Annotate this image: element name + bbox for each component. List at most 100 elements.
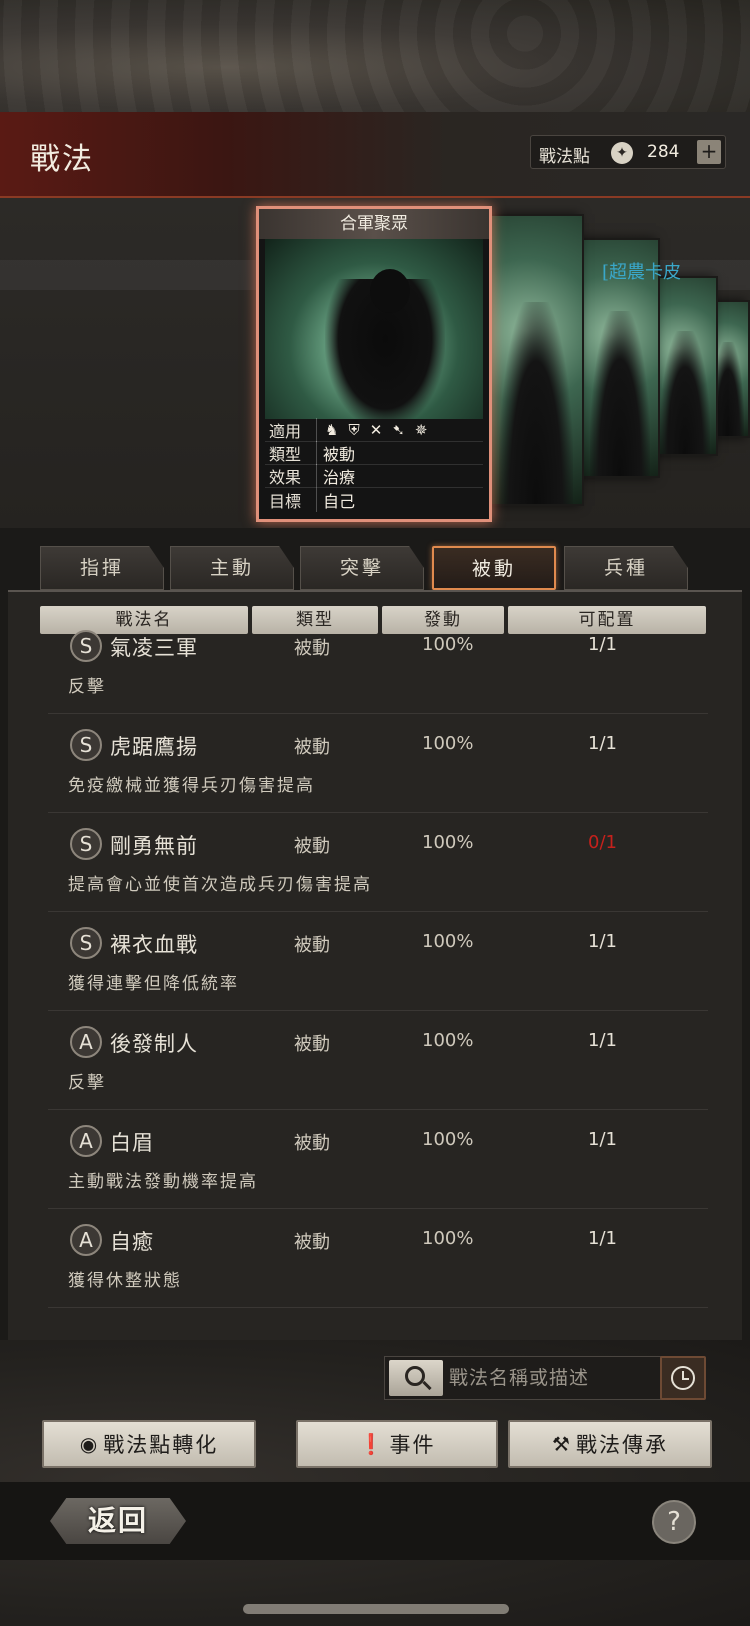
tactic-description: 獲得休整狀態	[68, 1271, 182, 1291]
tactic-description: 主動戰法發動機率提高	[68, 1172, 258, 1192]
tactic-type: 被動	[294, 1133, 330, 1154]
grade-badge: A	[70, 1125, 102, 1157]
tactic-config-count: 1/1	[588, 931, 617, 952]
tactic-trigger-rate: 100%	[422, 634, 474, 655]
tactic-row[interactable]: A 白眉 被動 100% 1/1 主動戰法發動機率提高	[48, 1115, 708, 1209]
grade-badge: S	[70, 729, 102, 761]
cavalry-icon: ♞	[325, 421, 339, 439]
inherit-button[interactable]: ⚒ 戰法傳承	[508, 1420, 712, 1468]
tactic-type: 被動	[294, 737, 330, 758]
help-button[interactable]: ?	[652, 1500, 696, 1544]
tactic-row[interactable]: S 虎踞鷹揚 被動 100% 1/1 免疫繳械並獲得兵刃傷害提高	[48, 719, 708, 813]
search-input[interactable]	[449, 1357, 669, 1399]
tactic-name: 虎踞鷹揚	[110, 735, 198, 759]
tactic-config-count: 0/1	[588, 832, 617, 853]
tactic-row[interactable]: A 後發制人 被動 100% 1/1 反擊	[48, 1016, 708, 1110]
page-header: 戰法 戰法點 ✦ 284 +	[0, 112, 750, 198]
archer-icon: ✕	[369, 421, 383, 439]
grade-badge: S	[70, 630, 102, 662]
convert-points-button[interactable]: ◉ 戰法點轉化	[42, 1420, 256, 1468]
tactic-list[interactable]: 戰法名 類型 發動 可配置 S 氣凌三軍 被動 100% 1/1 反擊 S 虎踞…	[8, 592, 742, 1340]
footer-bar: 返回 ?	[0, 1482, 750, 1560]
tactic-config-count: 1/1	[588, 1030, 617, 1051]
tactic-point-icon: ✦	[611, 142, 633, 164]
spear-icon: ➷	[392, 421, 405, 439]
info-value: 自己	[323, 491, 356, 511]
tactic-trigger-rate: 100%	[422, 733, 474, 754]
history-button[interactable]	[660, 1356, 706, 1400]
warrior-head	[370, 269, 410, 313]
tactic-name: 後發制人	[110, 1032, 198, 1056]
carousel-card[interactable]	[652, 276, 718, 456]
card-info-row: 類型 被動	[265, 441, 483, 465]
grade-badge: S	[70, 828, 102, 860]
grade-badge: S	[70, 927, 102, 959]
tactic-row[interactable]: S 氣凌三軍 被動 100% 1/1 反擊	[48, 620, 708, 714]
info-key: 適用	[265, 418, 317, 442]
info-key: 效果	[265, 464, 317, 488]
search-icon-handle	[422, 1380, 432, 1391]
carousel-card[interactable]	[488, 214, 584, 506]
tab-troop[interactable]: 兵種	[564, 546, 688, 590]
tactic-type: 被動	[294, 836, 330, 857]
tactic-trigger-rate: 100%	[422, 1129, 474, 1150]
tactic-row[interactable]: S 裸衣血戰 被動 100% 1/1 獲得連擊但降低統率	[48, 917, 708, 1011]
card-artwork	[265, 239, 483, 419]
card-info-row: 效果 治療	[265, 464, 483, 488]
info-value: 治療	[323, 468, 356, 487]
tactic-type: 被動	[294, 935, 330, 956]
home-indicator[interactable]	[243, 1604, 509, 1614]
add-points-button[interactable]: +	[697, 140, 721, 164]
tactic-description: 免疫繳械並獲得兵刃傷害提高	[68, 776, 315, 796]
tactic-points-label: 戰法點	[539, 147, 590, 167]
tactic-config-count: 1/1	[588, 733, 617, 754]
inherit-label: 戰法傳承	[575, 1433, 668, 1457]
clock-hand	[682, 1378, 689, 1380]
tactic-points-display: 戰法點 ✦ 284 +	[530, 135, 726, 169]
troop-type-icons: ♞ ⛨ ✕ ➷ ✵	[317, 421, 427, 439]
grade-badge: A	[70, 1224, 102, 1256]
info-value: 被動	[323, 445, 356, 464]
tactic-type: 被動	[294, 1232, 330, 1253]
tactic-description: 反擊	[68, 677, 106, 697]
tactic-description: 獲得連擊但降低統率	[68, 974, 239, 994]
grade-badge: A	[70, 1026, 102, 1058]
tactic-config-count: 1/1	[588, 634, 617, 655]
tactic-config-count: 1/1	[588, 1228, 617, 1249]
tactic-trigger-rate: 100%	[422, 931, 474, 952]
tab-command[interactable]: 指揮	[40, 546, 164, 590]
card-info-row: 適用 ♞ ⛨ ✕ ➷ ✵	[265, 418, 483, 442]
top-background	[0, 0, 750, 112]
back-label: 返回	[87, 1504, 148, 1537]
tactic-points-value: 284	[647, 142, 680, 162]
tab-assault[interactable]: 突擊	[300, 546, 424, 590]
tactic-row[interactable]: A 自癒 被動 100% 1/1 獲得休整狀態	[48, 1214, 708, 1308]
info-key: 類型	[265, 441, 317, 465]
tactic-name: 剛勇無前	[110, 834, 198, 858]
tactic-trigger-rate: 100%	[422, 832, 474, 853]
page-title: 戰法	[30, 142, 94, 177]
tactic-name: 白眉	[110, 1131, 154, 1155]
card-name: 合軍聚眾	[259, 209, 489, 239]
hammer-icon: ⚒	[552, 1432, 572, 1456]
tab-active[interactable]: 主動	[170, 546, 294, 590]
convert-points-label: 戰法點轉化	[103, 1433, 219, 1457]
category-tabs: 指揮 主動 突擊 被動 兵種	[40, 546, 720, 590]
card-side-label: [超農卡皮	[602, 262, 682, 283]
tactic-name: 氣凌三軍	[110, 636, 198, 660]
selected-tactic-card[interactable]: 合軍聚眾 適用 ♞ ⛨ ✕ ➷ ✵ 類型 被動 效果 治療 目標 自己	[256, 206, 492, 522]
tactic-row[interactable]: S 剛勇無前 被動 100% 0/1 提高會心並使首次造成兵刃傷害提高	[48, 818, 708, 912]
search-button[interactable]	[389, 1360, 443, 1396]
card-info-table: 適用 ♞ ⛨ ✕ ➷ ✵ 類型 被動 效果 治療 目標 自己	[265, 418, 483, 512]
tab-passive[interactable]: 被動	[432, 546, 556, 590]
flame-icon: ◉	[79, 1432, 100, 1456]
tactic-trigger-rate: 100%	[422, 1030, 474, 1051]
notice-icon: ❗	[358, 1432, 386, 1456]
event-button[interactable]: ❗ 事件	[296, 1420, 498, 1468]
tactic-description: 提高會心並使首次造成兵刃傷害提高	[68, 875, 372, 895]
back-button[interactable]: 返回	[50, 1498, 186, 1544]
card-carousel[interactable]: [超農卡皮 合軍聚眾 適用 ♞ ⛨ ✕ ➷ ✵ 類型 被動 效果 治療 目標 自…	[0, 198, 750, 528]
chariot-icon: ✵	[414, 421, 428, 439]
event-label: 事件	[389, 1433, 436, 1457]
card-info-row: 目標 自己	[265, 487, 483, 512]
